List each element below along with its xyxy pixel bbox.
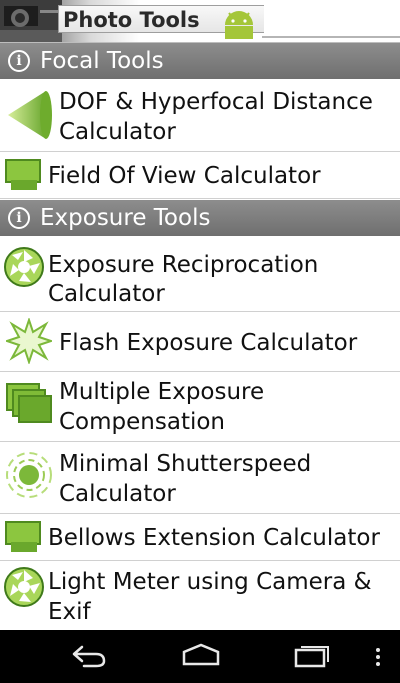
recent-apps-icon[interactable] (288, 630, 338, 683)
dof-cone-icon (8, 91, 52, 139)
section-label: Focal Tools (40, 48, 164, 74)
android-robot-icon (225, 11, 253, 39)
shutter-motion-icon (6, 452, 52, 498)
item-label: Field Of View Calculator (48, 163, 321, 189)
app-header: Photo Tools (0, 0, 400, 43)
back-icon[interactable] (62, 630, 112, 683)
item-label-line2: Exif (48, 599, 91, 625)
section-focal-tools: i Focal Tools (0, 43, 400, 79)
item-label-line1: Exposure Reciprocation (48, 252, 319, 278)
item-label-line2: Calculator (59, 119, 176, 145)
item-label: Bellows Extension Calculator (48, 525, 380, 551)
camera-photo-icon (0, 0, 62, 42)
list-item-minimal-shutterspeed[interactable]: Minimal Shutterspeed Calculator (0, 442, 400, 514)
item-label-line2: Calculator (48, 281, 165, 307)
list-item-bellows-extension[interactable]: Bellows Extension Calculator (0, 514, 400, 561)
list-item-field-of-view-calculator[interactable]: Field Of View Calculator (0, 152, 400, 199)
light-meter-aperture-icon (4, 567, 44, 607)
item-label-line2: Calculator (59, 481, 176, 507)
info-icon: i (8, 207, 30, 229)
item-label-line1: Minimal Shutterspeed (59, 451, 312, 477)
banner-divider (262, 36, 400, 38)
list-item-flash-exposure[interactable]: Flash Exposure Calculator (0, 312, 400, 372)
home-icon[interactable] (176, 630, 226, 683)
list-item-dof-calculator[interactable]: DOF & Hyperfocal Distance Calculator (0, 79, 400, 152)
bellows-icon (5, 521, 41, 552)
field-of-view-icon (5, 159, 41, 190)
item-label-line1: Multiple Exposure (59, 379, 265, 405)
list-item-multiple-exposure[interactable]: Multiple Exposure Compensation (0, 372, 400, 442)
item-label: Flash Exposure Calculator (59, 330, 358, 356)
section-label: Exposure Tools (40, 205, 211, 231)
info-icon: i (8, 50, 30, 72)
section-exposure-tools: i Exposure Tools (0, 200, 400, 236)
flash-burst-icon (6, 318, 52, 364)
item-label-line1: DOF & Hyperfocal Distance (59, 89, 373, 115)
list-item-light-meter[interactable]: Light Meter using Camera & Exif (0, 561, 400, 630)
stacked-frames-icon (6, 383, 52, 423)
item-label-line2: Compensation (59, 409, 225, 435)
aperture-icon (4, 247, 44, 287)
system-navigation-bar (0, 630, 400, 683)
overflow-menu-icon[interactable] (366, 630, 390, 683)
item-label-line1: Light Meter using Camera & (48, 569, 372, 595)
list-item-exposure-reciprocation[interactable]: Exposure Reciprocation Calculator (0, 236, 400, 312)
